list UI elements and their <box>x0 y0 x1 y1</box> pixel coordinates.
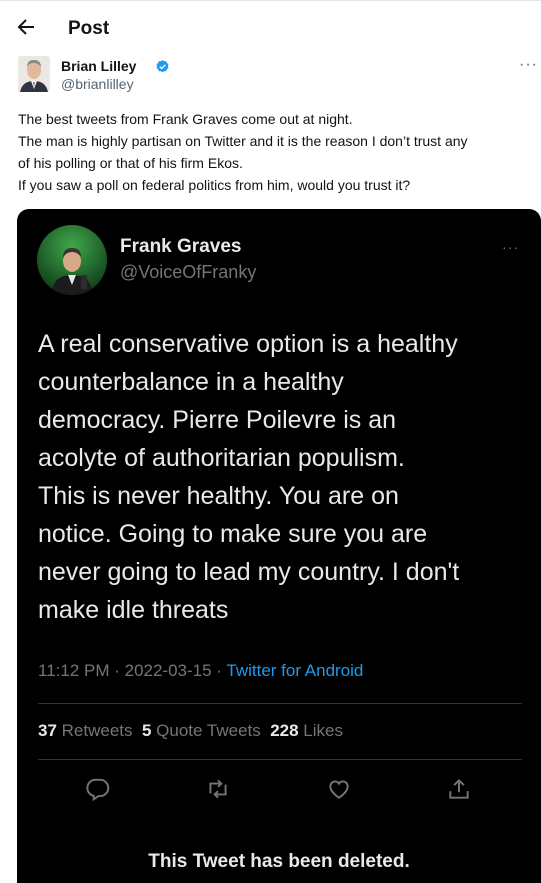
embedded-text-line: acolyte of authoritarian populism. <box>38 444 405 472</box>
like-icon <box>329 780 349 799</box>
author-name[interactable]: Brian Lilley <box>61 58 136 74</box>
post-text: The best tweets from Frank Graves come o… <box>18 108 541 196</box>
embedded-tweet-screenshot[interactable]: Frank Graves @VoiceOfFranky ··· A real c… <box>17 209 541 883</box>
embedded-text-line: never going to lead my country. I don't <box>38 558 460 586</box>
post-text-line: of his polling or that of his firm Ekos. <box>18 155 243 171</box>
more-options-icon[interactable]: ··· <box>519 56 538 74</box>
embedded-timestamp: 11:12 PM · 2022-03-15 · Twitter for Andr… <box>38 661 363 681</box>
post-author: Brian Lilley @brianlilley ··· <box>18 56 538 96</box>
retweet-icon <box>209 779 227 799</box>
post-text-line: If you saw a poll on federal politics fr… <box>18 177 411 193</box>
embedded-actions <box>17 776 541 806</box>
share-icon <box>449 778 469 799</box>
retweets-count: 37 <box>38 721 57 740</box>
back-arrow-icon[interactable] <box>14 15 38 39</box>
divider <box>38 759 522 760</box>
embedded-text-line: make idle threats <box>38 596 229 624</box>
author-avatar[interactable] <box>18 56 50 92</box>
reply-icon <box>86 778 110 802</box>
embedded-text-line: counterbalance in a healthy <box>38 368 344 396</box>
post-text-line: The best tweets from Frank Graves come o… <box>18 111 353 127</box>
embedded-text-line: notice. Going to make sure you are <box>38 520 428 548</box>
retweets-label: Retweets <box>56 721 142 740</box>
embedded-text-line: democracy. Pierre Poilevre is an <box>38 406 397 434</box>
deleted-notice: This Tweet has been deleted. <box>148 851 410 872</box>
quote-tweets-label: Quote Tweets <box>151 721 271 740</box>
top-bar: Post <box>0 0 541 57</box>
author-handle[interactable]: @brianlilley <box>61 76 134 92</box>
embedded-stats: 37 Retweets 5 Quote Tweets 228 Likes <box>38 721 343 741</box>
embedded-author-name: Frank Graves <box>120 236 242 257</box>
post-text-line: The man is highly partisan on Twitter an… <box>18 133 468 149</box>
divider <box>38 703 522 704</box>
likes-count: 228 <box>270 721 299 740</box>
embedded-text-line: This is never healthy. You are on <box>38 482 399 510</box>
verified-badge-icon <box>156 59 169 73</box>
embedded-source: Twitter for Android <box>226 661 364 680</box>
likes-label: Likes <box>298 721 343 740</box>
embedded-tweet-text: A real conservative option is a healthy … <box>38 325 538 629</box>
embedded-text-line: A real conservative option is a healthy <box>38 330 458 358</box>
page-title: Post <box>68 18 110 39</box>
embedded-time: 11:12 PM · 2022-03-15 · <box>38 661 227 680</box>
embedded-avatar <box>37 225 107 295</box>
embedded-author-handle: @VoiceOfFranky <box>120 262 257 282</box>
embedded-more-icon: ··· <box>502 239 519 255</box>
